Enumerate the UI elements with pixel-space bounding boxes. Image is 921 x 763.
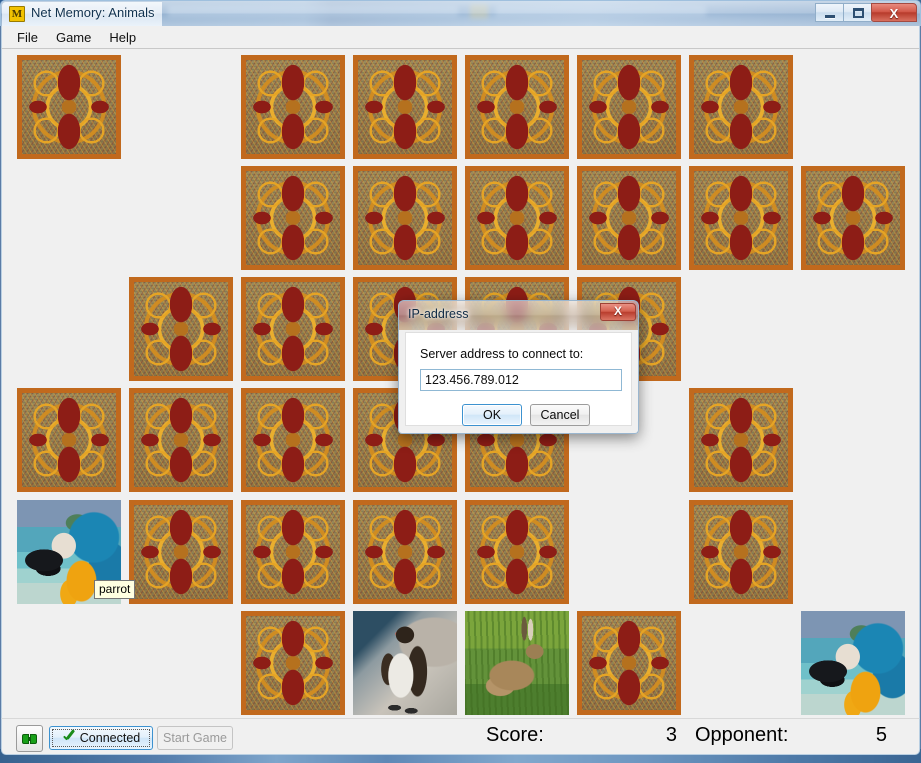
card-face-down[interactable] bbox=[241, 55, 345, 159]
card-face-down[interactable] bbox=[353, 55, 457, 159]
minimize-icon bbox=[825, 15, 835, 18]
close-button[interactable]: X bbox=[871, 3, 917, 22]
menu-bar: File Game Help bbox=[1, 26, 920, 48]
card-face-down[interactable] bbox=[241, 277, 345, 381]
card-face-down[interactable] bbox=[465, 55, 569, 159]
score-value: 3 bbox=[665, 724, 677, 746]
card-face-down[interactable] bbox=[801, 166, 905, 270]
card-face-down[interactable] bbox=[465, 166, 569, 270]
opponent-label: Opponent: bbox=[695, 724, 789, 746]
card-face-down[interactable] bbox=[353, 166, 457, 270]
app-icon: M bbox=[9, 6, 25, 22]
card-face-up-penguin[interactable] bbox=[353, 611, 457, 715]
server-address-input[interactable] bbox=[420, 369, 622, 391]
dialog-title: IP-address bbox=[408, 307, 469, 321]
network-plug-icon-button[interactable] bbox=[16, 725, 43, 752]
card-tooltip: parrot bbox=[94, 580, 136, 599]
card-face-down[interactable] bbox=[129, 388, 233, 492]
score-label: Score: bbox=[486, 724, 544, 746]
minimize-button[interactable] bbox=[815, 3, 843, 22]
card-face-down[interactable] bbox=[241, 166, 345, 270]
window-title: Net Memory: Animals bbox=[31, 5, 155, 20]
card-face-down[interactable] bbox=[353, 500, 457, 604]
maximize-button[interactable] bbox=[843, 3, 871, 22]
close-icon: X bbox=[889, 6, 899, 21]
card-face-down[interactable] bbox=[241, 388, 345, 492]
dialog-body: Server address to connect to: OK Cancel bbox=[398, 330, 639, 434]
start-game-button[interactable]: Start Game bbox=[157, 726, 233, 750]
card-face-down[interactable] bbox=[577, 611, 681, 715]
card-face-up-parrot[interactable] bbox=[801, 611, 905, 715]
dialog-close-button[interactable]: X bbox=[600, 303, 636, 321]
card-face-down[interactable] bbox=[241, 611, 345, 715]
card-face-down[interactable] bbox=[577, 166, 681, 270]
card-face-down[interactable] bbox=[241, 500, 345, 604]
card-face-down[interactable] bbox=[465, 500, 569, 604]
card-face-down[interactable] bbox=[689, 500, 793, 604]
dialog-cancel-button[interactable]: Cancel bbox=[530, 404, 590, 426]
card-face-down[interactable] bbox=[129, 500, 233, 604]
card-face-down[interactable] bbox=[129, 277, 233, 381]
screen: M Net Memory: Animals X File Game Help p… bbox=[0, 0, 921, 763]
card-face-up-hare[interactable] bbox=[465, 611, 569, 715]
card-face-down[interactable] bbox=[689, 166, 793, 270]
title-bar: M Net Memory: Animals X bbox=[0, 0, 921, 26]
plug-right-icon bbox=[30, 734, 37, 744]
connected-button[interactable]: Connected bbox=[49, 726, 153, 750]
green-check-icon bbox=[62, 731, 76, 745]
card-face-down[interactable] bbox=[577, 55, 681, 159]
menu-item-file[interactable]: File bbox=[8, 28, 47, 47]
maximize-icon bbox=[853, 8, 864, 18]
window-controls: X bbox=[815, 3, 917, 22]
score-area: Score: 3 Opponent: 5 bbox=[470, 722, 910, 754]
card-face-down[interactable] bbox=[689, 55, 793, 159]
menu-item-help[interactable]: Help bbox=[100, 28, 145, 47]
connected-button-label: Connected bbox=[79, 731, 141, 745]
dialog-ok-button[interactable]: OK bbox=[462, 404, 522, 426]
opponent-value: 5 bbox=[875, 724, 887, 746]
card-face-down[interactable] bbox=[17, 55, 121, 159]
menu-item-game[interactable]: Game bbox=[47, 28, 100, 47]
ip-address-dialog: IP-address X Server address to connect t… bbox=[398, 300, 639, 434]
dialog-content-panel: Server address to connect to: OK Cancel bbox=[405, 332, 632, 426]
dialog-prompt-label: Server address to connect to: bbox=[420, 347, 584, 361]
card-face-down[interactable] bbox=[17, 388, 121, 492]
card-face-down[interactable] bbox=[689, 388, 793, 492]
